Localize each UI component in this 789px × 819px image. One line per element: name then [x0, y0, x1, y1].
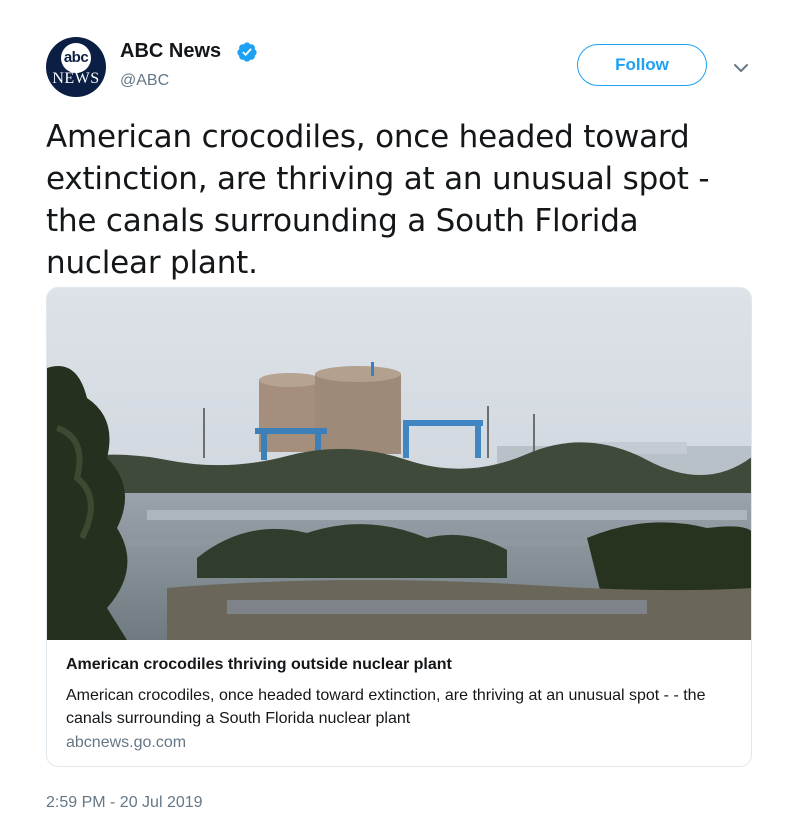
- news-logo-text: NEWS: [52, 70, 100, 87]
- chevron-down-icon[interactable]: [733, 62, 749, 74]
- tweet-timestamp[interactable]: 2:59 PM - 20 Jul 2019: [46, 794, 203, 812]
- abc-logo-text: abc: [61, 43, 91, 73]
- follow-button[interactable]: Follow: [577, 44, 707, 86]
- card-domain: abcnews.go.com: [66, 734, 187, 751]
- author-handle[interactable]: @ABC: [120, 72, 169, 90]
- avatar[interactable]: abc NEWS: [46, 37, 106, 97]
- tweet-text: American crocodiles, once headed toward …: [46, 119, 710, 281]
- card-image: [47, 288, 751, 640]
- author-name[interactable]: ABC News: [120, 40, 221, 63]
- card-description: American crocodiles, once headed toward …: [66, 687, 706, 727]
- verified-badge-icon: [237, 42, 257, 62]
- card-title[interactable]: American crocodiles thriving outside nuc…: [66, 656, 452, 674]
- link-card[interactable]: American crocodiles thriving outside nuc…: [46, 287, 752, 767]
